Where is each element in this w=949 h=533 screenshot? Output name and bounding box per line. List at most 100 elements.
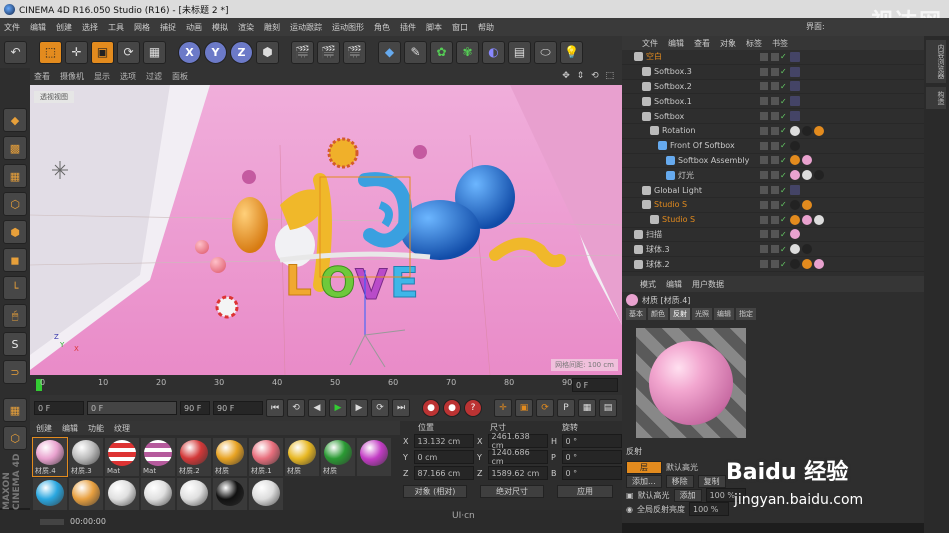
timeline-icon[interactable]: ▤ <box>599 399 617 417</box>
key-position-icon[interactable]: ✛ <box>494 399 512 417</box>
attribute-tab-4[interactable]: 编辑 <box>714 308 734 320</box>
object-row[interactable]: Softbox ✓ <box>622 109 924 124</box>
enabled-check-icon[interactable]: ✓ <box>780 186 787 195</box>
visibility-dots[interactable] <box>760 112 779 121</box>
viewport-menu-1[interactable]: 摄像机 <box>60 71 84 82</box>
object-menu-1[interactable]: 编辑 <box>668 38 684 49</box>
menu-7[interactable]: 动画 <box>186 22 202 33</box>
size-field[interactable]: 1589.62 cm <box>487 466 548 480</box>
object-row[interactable]: Global Light ✓ <box>622 183 924 198</box>
enabled-check-icon[interactable]: ✓ <box>780 67 787 76</box>
menu-17[interactable]: 帮助 <box>478 22 494 33</box>
material-item[interactable]: Mat <box>141 438 175 476</box>
workplane-icon[interactable]: ▦ <box>3 164 27 188</box>
enabled-check-icon[interactable]: ✓ <box>780 112 787 121</box>
move-icon[interactable]: ✛ <box>65 40 88 64</box>
viewport-menu-4[interactable]: 过滤 <box>146 71 162 82</box>
object-row[interactable]: Softbox.1 ✓ <box>622 94 924 110</box>
attribute-menu-1[interactable]: 编辑 <box>666 279 682 290</box>
visibility-dots[interactable] <box>760 82 779 91</box>
texture-mode-icon[interactable]: ▩ <box>3 136 27 160</box>
visibility-dots[interactable] <box>760 245 779 254</box>
edges-mode-icon[interactable]: ⬢ <box>3 220 27 244</box>
object-row[interactable]: Softbox.2 ✓ <box>622 80 924 95</box>
right-tab-1[interactable]: 构造 <box>926 87 946 109</box>
attribute-tab-2[interactable]: 反射 <box>670 308 690 320</box>
cloner-icon[interactable]: ✾ <box>456 40 479 64</box>
cube-icon[interactable]: ◆ <box>378 40 401 64</box>
material-menu-1[interactable]: 编辑 <box>62 423 78 434</box>
enabled-check-icon[interactable]: ✓ <box>780 230 787 239</box>
x-axis-button[interactable]: X <box>178 40 201 64</box>
menu-15[interactable]: 脚本 <box>426 22 442 33</box>
current-frame-slider[interactable]: 0 F <box>87 401 177 415</box>
menu-1[interactable]: 编辑 <box>30 22 46 33</box>
axis-mode-icon[interactable]: └ <box>3 276 27 300</box>
object-row[interactable]: 扫描 ✓ <box>622 228 924 243</box>
key-param-icon[interactable]: P <box>557 399 575 417</box>
menu-9[interactable]: 渲染 <box>238 22 254 33</box>
render-settings-icon[interactable]: 🎬 <box>343 40 366 64</box>
attribute-tab-0[interactable]: 基本 <box>626 308 646 320</box>
material-menu-3[interactable]: 纹理 <box>114 423 130 434</box>
menu-2[interactable]: 创建 <box>56 22 72 33</box>
attribute-menu-0[interactable]: 模式 <box>640 279 656 290</box>
record-icon[interactable]: ● <box>422 399 440 417</box>
scale-icon[interactable]: ▣ <box>91 40 114 64</box>
blend-mode-select[interactable]: 添加 <box>673 488 702 502</box>
enabled-check-icon[interactable]: ✓ <box>780 215 787 224</box>
object-row[interactable]: 球体.2 ✓ <box>622 257 924 272</box>
menu-8[interactable]: 模拟 <box>212 22 228 33</box>
object-row[interactable]: Studio S ✓ <box>622 213 924 228</box>
size-field[interactable]: 2461.638 cm <box>487 432 548 450</box>
material-item[interactable]: 材质.3 <box>69 438 103 476</box>
viewport-menu-5[interactable]: 面板 <box>172 71 188 82</box>
viewport-nav-icons[interactable]: ✥ ⇕ ⟲ ⬚ <box>562 71 616 81</box>
enabled-check-icon[interactable]: ✓ <box>780 141 787 150</box>
light-icon[interactable]: 💡 <box>560 40 583 64</box>
camera-icon[interactable]: ⬭ <box>534 40 557 64</box>
enabled-check-icon[interactable]: ✓ <box>780 245 787 254</box>
render-picture-viewer-icon[interactable]: 🎬 <box>317 40 340 64</box>
menu-11[interactable]: 运动跟踪 <box>290 22 322 33</box>
global-reflect-field[interactable]: 100 % <box>688 502 729 516</box>
visibility-dots[interactable] <box>760 230 779 239</box>
visibility-dots[interactable] <box>760 171 779 180</box>
attribute-tab-3[interactable]: 光照 <box>692 308 712 320</box>
subdivision-icon[interactable]: ✿ <box>430 40 453 64</box>
layer-visible-icon[interactable]: ▣ <box>626 491 634 500</box>
object-menu-4[interactable]: 标签 <box>746 38 762 49</box>
visibility-dots[interactable] <box>760 156 779 165</box>
visibility-dots[interactable] <box>760 97 779 106</box>
visibility-dots[interactable] <box>760 215 779 224</box>
enabled-check-icon[interactable]: ✓ <box>780 126 787 135</box>
live-select-icon[interactable]: ⬚ <box>39 40 62 64</box>
viewport-menu-3[interactable]: 选项 <box>120 71 136 82</box>
model-mode-icon[interactable]: ◆ <box>3 108 27 132</box>
key-pla-icon[interactable]: ▦ <box>578 399 596 417</box>
rotation-field[interactable]: 0 ° <box>561 434 622 448</box>
menu-4[interactable]: 工具 <box>108 22 124 33</box>
enabled-check-icon[interactable]: ✓ <box>780 97 787 106</box>
key-rotation-icon[interactable]: ⟳ <box>536 399 554 417</box>
menu-14[interactable]: 插件 <box>400 22 416 33</box>
recent-tools-icon[interactable]: ▦ <box>143 40 166 64</box>
rotation-field[interactable]: 0 ° <box>561 450 622 464</box>
size-field[interactable]: 1240.686 cm <box>487 448 548 466</box>
object-row[interactable]: Rotation ✓ <box>622 124 924 139</box>
viewport-menu-0[interactable]: 查看 <box>34 71 50 82</box>
object-menu-3[interactable]: 对象 <box>720 38 736 49</box>
attribute-tab-5[interactable]: 指定 <box>736 308 756 320</box>
enabled-check-icon[interactable]: ✓ <box>780 82 787 91</box>
object-row[interactable]: 空白 ✓ <box>622 50 924 65</box>
right-tab-0[interactable]: 内容浏览器 <box>926 40 946 83</box>
go-to-end-icon[interactable]: ⏭ <box>392 399 410 417</box>
perspective-viewport[interactable]: L O V E Y X Z 透视视图 网格间距: 100 cm <box>30 85 622 375</box>
go-to-start-icon[interactable]: ⏮ <box>266 399 284 417</box>
visibility-dots[interactable] <box>760 126 779 135</box>
start-frame-field[interactable]: 0 F <box>34 401 84 415</box>
next-frame-icon[interactable]: ▶ <box>350 399 368 417</box>
magnet-icon[interactable]: ⊃ <box>3 360 27 384</box>
lock-icon[interactable]: ▦ <box>3 398 27 422</box>
copy-layer-button[interactable]: 复制 <box>697 474 726 488</box>
